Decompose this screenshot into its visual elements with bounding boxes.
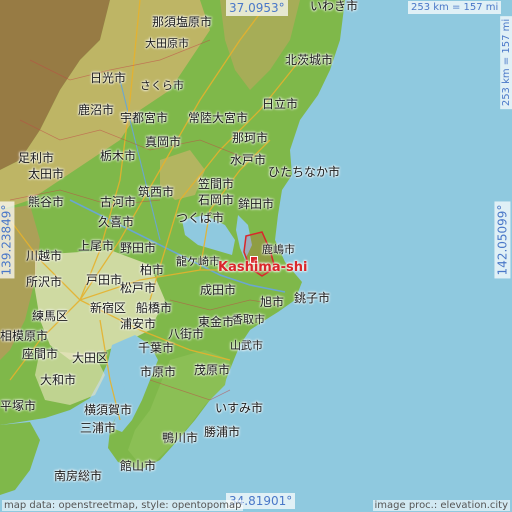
- place-label: 石岡市: [198, 193, 235, 207]
- place-label: 常陸大宮市: [188, 111, 249, 125]
- place-label: 日光市: [90, 71, 127, 85]
- attribution-right: image proc.: elevation.city: [372, 500, 510, 511]
- place-label: 太田市: [28, 167, 65, 181]
- place-label: 那珂市: [232, 131, 269, 145]
- coord-top: 37.0953°: [226, 0, 288, 16]
- place-label: 真岡市: [145, 135, 182, 149]
- place-label: 鴨川市: [162, 431, 199, 445]
- scale-horizontal: 253 km = 157 mi: [408, 1, 502, 14]
- place-label: 野田市: [120, 241, 157, 255]
- place-label: 練馬区: [32, 309, 69, 323]
- place-label: いわき市: [310, 0, 359, 13]
- place-label: 勝浦市: [204, 425, 241, 439]
- place-label: 鹿沼市: [78, 103, 115, 117]
- place-label: 八街市: [168, 327, 205, 341]
- place-label: 座間市: [22, 347, 59, 361]
- place-label: 香取市: [232, 313, 265, 326]
- place-label: 松戸市: [120, 281, 157, 295]
- place-label: 成田市: [200, 283, 237, 297]
- place-label: 北茨城市: [285, 53, 334, 67]
- place-label: 山武市: [230, 339, 263, 352]
- place-label: 大和市: [40, 373, 77, 387]
- place-label: 日立市: [262, 97, 299, 111]
- place-label: ひたちなか市: [268, 165, 341, 179]
- place-label: 大田原市: [145, 37, 189, 50]
- place-label: さくら市: [140, 79, 184, 92]
- place-label: 横須賀市: [84, 403, 133, 417]
- place-label: 宇都宮市: [120, 111, 169, 125]
- place-label: 戸田市: [86, 273, 123, 287]
- place-label: つくば市: [176, 211, 225, 225]
- place-label: 上尾市: [78, 239, 115, 253]
- place-label: 館山市: [120, 459, 157, 473]
- place-label: 川越市: [26, 249, 63, 263]
- place-label: 栃木市: [100, 149, 137, 163]
- place-label: 熊谷市: [28, 195, 65, 209]
- coord-right: 142.05099°: [494, 201, 511, 279]
- highlight-place-name[interactable]: Kashima-shi: [218, 260, 307, 275]
- place-label: 龍ケ崎市: [176, 255, 220, 268]
- place-label: 新宿区: [90, 301, 127, 315]
- place-label: 旭市: [260, 295, 285, 309]
- scale-vertical: 253 km = 157 mi: [500, 15, 512, 110]
- place-label: 三浦市: [80, 421, 117, 435]
- place-label: 足利市: [18, 151, 55, 165]
- place-label: 古河市: [100, 195, 137, 209]
- place-label: 筑西市: [138, 185, 175, 199]
- place-label: 所沢市: [26, 275, 63, 289]
- attribution-left: map data: openstreetmap, style: opentopo…: [2, 500, 244, 511]
- place-label: 市原市: [140, 365, 177, 379]
- kashima-jp-label: 鹿嶋市: [262, 243, 295, 256]
- place-label: 銚子市: [294, 291, 331, 305]
- place-label: 茂原市: [194, 363, 231, 377]
- place-label: 相模原市: [0, 329, 49, 343]
- place-label: 鉾田市: [238, 197, 275, 211]
- place-label: 船橋市: [136, 301, 173, 315]
- coord-left: 139.23849°: [0, 201, 15, 279]
- place-label: 平塚市: [0, 399, 37, 413]
- place-label: 水戸市: [230, 153, 267, 167]
- place-label: 笠間市: [198, 177, 235, 191]
- place-label: 久喜市: [98, 215, 135, 229]
- place-label: 浦安市: [120, 317, 157, 331]
- place-label: 千葉市: [138, 341, 175, 355]
- place-label: 南房総市: [54, 469, 103, 483]
- place-label: いすみ市: [215, 401, 264, 415]
- place-label: 那須塩原市: [152, 15, 213, 29]
- place-label: 柏市: [140, 263, 165, 277]
- place-label: 大田区: [72, 351, 109, 365]
